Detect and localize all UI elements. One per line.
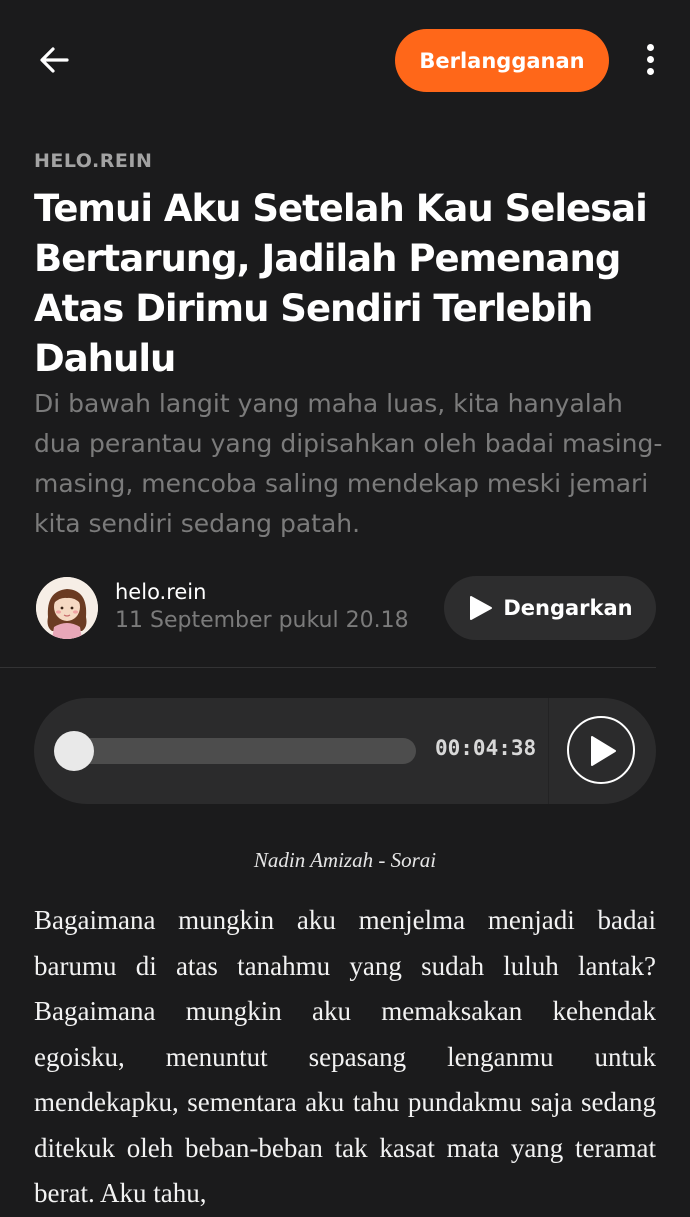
listen-label: Dengarkan (503, 596, 633, 620)
author-avatar[interactable] (36, 577, 98, 639)
top-bar: Berlangganan (0, 0, 690, 120)
audio-progress-track[interactable] (54, 738, 416, 764)
author-name[interactable]: helo.rein (115, 580, 206, 604)
play-icon (591, 736, 616, 766)
arrow-left-icon (40, 47, 69, 73)
more-vertical-icon (636, 44, 664, 75)
body-paragraph: Bagaimana mungkin aku menjelma menjadi b… (34, 905, 656, 1208)
audio-player: 00:04:38 (34, 698, 656, 804)
audio-separator (548, 698, 549, 804)
post-subtitle: Di bawah langit yang maha luas, kita han… (34, 389, 663, 538)
audio-caption: Nadin Amizah - Sorai (253, 848, 437, 872)
more-options-button[interactable] (636, 40, 664, 82)
listen-button[interactable]: Dengarkan (444, 576, 656, 640)
divider (0, 667, 656, 668)
audio-progress-knob[interactable] (54, 731, 94, 771)
back-button[interactable] (34, 40, 74, 80)
audio-timestamp: 00:04:38 (435, 736, 537, 760)
publication-name[interactable]: HELO.REIN (34, 150, 152, 172)
play-icon (470, 596, 493, 620)
subscribe-button[interactable]: Berlangganan (395, 29, 609, 92)
audio-play-button[interactable] (567, 716, 635, 784)
post-date: 11 September pukul 20.18 (115, 608, 409, 633)
post-title: Temui Aku Setelah Kau Selesai Bertarung,… (34, 187, 648, 380)
